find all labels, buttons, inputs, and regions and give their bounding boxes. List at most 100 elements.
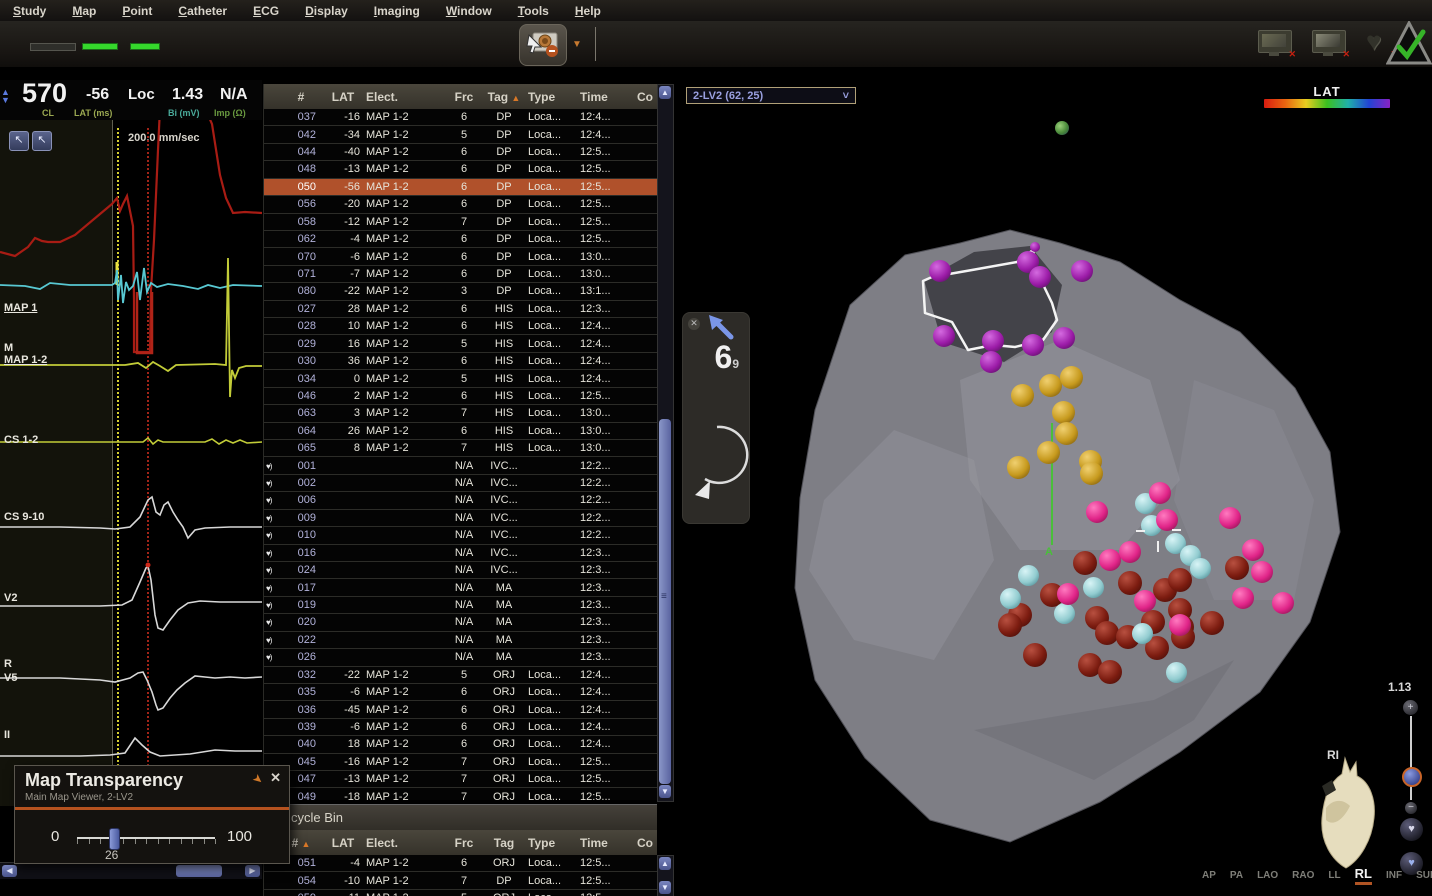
zoom-in-button[interactable]: + [1403,700,1418,715]
map-point-yellow[interactable] [1052,401,1075,424]
map-point-purple[interactable] [933,325,955,347]
zoom-out-button[interactable]: − [1405,802,1417,814]
map-point-purple[interactable] [1071,260,1093,282]
table-row-006[interactable]: ♥)006N/AIVC...12:2... [264,492,657,509]
map-point-cyan[interactable] [1000,588,1021,609]
map-point-yellow[interactable] [1055,422,1078,445]
menu-item-window[interactable]: Window [433,1,505,21]
table-row-071[interactable]: 071-7MAP 1-26DPLoca...13:0... [264,266,657,283]
map-point-pink[interactable] [1149,482,1171,504]
reference-heart-model[interactable] [1312,756,1384,874]
map-point-cyan[interactable] [1083,577,1104,598]
map-point-pink[interactable] [1086,501,1108,523]
table-row-047[interactable]: 047-13MAP 1-27ORJLoca...12:5... [264,771,657,788]
reference-heart-button[interactable]: ♥ [1400,818,1423,841]
map-point-pink[interactable] [1232,587,1254,609]
orientation-rao[interactable]: RAO [1292,870,1314,881]
orientation-pa[interactable]: PA [1230,870,1243,881]
menu-item-tools[interactable]: Tools [505,1,562,21]
table-row-064[interactable]: 06426MAP 1-26HISLoca...13:0... [264,423,657,440]
table-row-040[interactable]: 04018MAP 1-26ORJLoca...12:4... [264,736,657,753]
close-icon[interactable]: ✕ [688,318,700,330]
map-point-yellow[interactable] [1060,366,1083,389]
column-header-tag[interactable]: Tag [480,836,528,850]
zoom-slider-track[interactable] [1410,716,1412,800]
table-row-051[interactable]: 051-4MAP 1-26ORJLoca...12:5... [264,855,657,872]
ecg-horizontal-scrollbar[interactable]: ◀ ▶ [0,862,262,879]
table-row-050[interactable]: 050-56MAP 1-26DPLoca...12:5... [264,179,657,196]
map-point-darkred[interactable] [998,613,1022,637]
map-point-cyan[interactable] [1018,565,1039,586]
points-vertical-scrollbar[interactable]: ▲ ▼ [657,84,674,802]
scroll-down-button[interactable]: ▼ [659,881,671,894]
table-row-009[interactable]: ♥)009N/AIVC...12:2... [264,510,657,527]
map-point-pink[interactable] [1272,592,1294,614]
menu-item-map[interactable]: Map [59,1,109,21]
map-point-pink[interactable] [1219,507,1241,529]
table-row-029[interactable]: 02916MAP 1-25HISLoca...12:4... [264,335,657,352]
map-point-darkred[interactable] [1200,611,1224,635]
table-row-080[interactable]: 080-22MAP 1-23DPLoca...13:1... [264,283,657,300]
table-row-059[interactable]: 059-11MAP 1-25ORJLoca...12:5... [264,890,657,896]
map-point-yellow[interactable] [1037,441,1060,464]
table-row-030[interactable]: 03036MAP 1-26HISLoca...12:4... [264,353,657,370]
orientation-sup[interactable]: SUP [1416,870,1432,881]
table-row-032[interactable]: 032-22MAP 1-25ORJLoca...12:4... [264,667,657,684]
table-row-063[interactable]: 0633MAP 1-27HISLoca...13:0... [264,405,657,422]
menu-item-ecg[interactable]: ECG [240,1,292,21]
map-point-pink[interactable] [1156,509,1178,531]
image-monitor-icon[interactable]: ✕ [1312,30,1348,58]
recycle-vertical-scrollbar[interactable]: ▲ ▼ [657,855,674,896]
rotation-widget[interactable]: ✕ 69 [682,312,750,524]
orientation-ll[interactable]: LL [1328,870,1340,881]
scroll-up-button[interactable]: ▲ [659,86,671,99]
scroll-up-button[interactable]: ▲ [659,857,671,870]
table-row-044[interactable]: 044-40MAP 1-26DPLoca...12:5... [264,144,657,161]
table-row-039[interactable]: 039-6MAP 1-26ORJLoca...12:4... [264,719,657,736]
map-point-darkred[interactable] [1098,660,1122,684]
map-point-yellow[interactable] [1007,456,1030,479]
table-row-058[interactable]: 058-12MAP 1-27DPLoca...12:5... [264,214,657,231]
vscroll-thumb[interactable] [659,419,671,784]
snapshot-dropdown-chevron-icon[interactable]: ▼ [572,39,582,50]
map-point-cyan[interactable] [1190,558,1211,579]
table-row-028[interactable]: 02810MAP 1-26HISLoca...12:4... [264,318,657,335]
map-point-pink[interactable] [1099,549,1121,571]
table-row-062[interactable]: 062-4MAP 1-26DPLoca...12:5... [264,231,657,248]
menu-item-catheter[interactable]: Catheter [165,1,240,21]
scroll-right-button[interactable]: ▶ [245,865,260,877]
table-row-065[interactable]: 0658MAP 1-27HISLoca...13:0... [264,440,657,457]
column-header-elect[interactable]: Elect. [366,836,448,850]
map-point-yellow[interactable] [1011,384,1034,407]
table-row-036[interactable]: 036-45MAP 1-26ORJLoca...12:4... [264,701,657,718]
map-point-pink[interactable] [1119,541,1141,563]
orientation-inf[interactable]: INF [1386,870,1402,881]
column-header-time[interactable]: Time [580,836,634,850]
orientation-rl[interactable]: RL [1355,866,1372,885]
point-snapshot-tool-button[interactable] [519,24,567,66]
column-header-co[interactable]: Co [634,90,656,104]
table-row-070[interactable]: 070-6MAP 1-26DPLoca...13:0... [264,248,657,265]
table-row-024[interactable]: ♥)024N/AIVC...12:3... [264,562,657,579]
map-point-darkred[interactable] [1023,643,1047,667]
zoom-slider-thumb[interactable] [1402,767,1422,787]
map-point-cyan[interactable] [1054,603,1075,624]
column-header-tag[interactable]: Tag ▲ [480,90,528,104]
menu-item-help[interactable]: Help [562,1,614,21]
menu-item-study[interactable]: Study [0,1,59,21]
hscroll-thumb[interactable] [176,865,222,877]
orientation-ap[interactable]: AP [1202,870,1216,881]
map-point-yellow[interactable] [1039,374,1062,397]
transparency-slider-thumb[interactable] [109,828,120,850]
table-row-037[interactable]: 037-16MAP 1-26DPLoca...12:4... [264,109,657,126]
map-point-purple[interactable] [929,260,951,282]
column-header-co[interactable]: Co [634,836,656,850]
column-header-lat[interactable]: LAT [320,90,366,104]
map-point-yellow[interactable] [1080,462,1103,485]
points-table-header[interactable]: #LATElect.FrcTag ▲TypeTimeCo [264,84,657,110]
column-header-num[interactable]: # [282,90,320,104]
table-row-049[interactable]: 049-18MAP 1-27ORJLoca...12:5... [264,788,657,800]
table-row-027[interactable]: 02728MAP 1-26HISLoca...12:3... [264,301,657,318]
transparency-slider-track[interactable] [77,837,215,839]
map-point-purple[interactable] [1030,242,1040,252]
